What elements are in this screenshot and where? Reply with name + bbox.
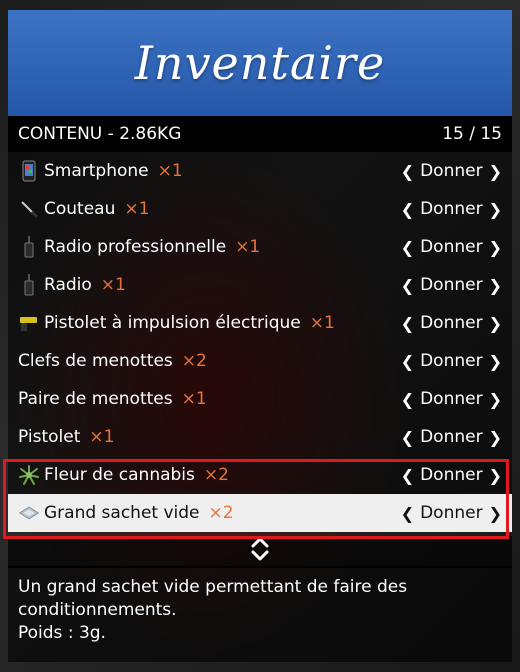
chevron-right-icon[interactable]: ❯ bbox=[489, 238, 502, 257]
chevron-right-icon[interactable]: ❯ bbox=[489, 466, 502, 485]
scroll-arrows-icon[interactable] bbox=[249, 535, 271, 567]
inventory-counter: 15 / 15 bbox=[442, 124, 502, 144]
item-description-text: Un grand sachet vide permettant de faire… bbox=[18, 577, 408, 620]
give-label: Donner bbox=[420, 161, 483, 181]
give-label: Donner bbox=[420, 237, 483, 257]
item-quantity: ×1 bbox=[89, 427, 115, 447]
list-item[interactable]: Smartphone ×1 ❮ Donner ❯ bbox=[8, 152, 512, 190]
item-name: Radio bbox=[44, 275, 92, 295]
chevron-left-icon[interactable]: ❮ bbox=[401, 200, 414, 219]
taser-icon bbox=[18, 311, 40, 335]
give-action[interactable]: ❮ Donner ❯ bbox=[401, 275, 502, 295]
give-label: Donner bbox=[420, 465, 483, 485]
radio-icon bbox=[18, 273, 40, 297]
item-name: Fleur de cannabis bbox=[44, 465, 195, 485]
chevron-right-icon[interactable]: ❯ bbox=[489, 390, 502, 409]
item-quantity: ×1 bbox=[181, 389, 207, 409]
chevron-left-icon[interactable]: ❮ bbox=[401, 352, 414, 371]
give-label: Donner bbox=[420, 427, 483, 447]
list-item[interactable]: Clefs de menottes ×2 ❮ Donner ❯ bbox=[8, 342, 512, 380]
chevron-left-icon[interactable]: ❮ bbox=[401, 276, 414, 295]
inventory-weight-label: CONTENU - 2.86KG bbox=[18, 124, 182, 144]
chevron-left-icon[interactable]: ❮ bbox=[401, 428, 414, 447]
item-description-panel: Un grand sachet vide permettant de faire… bbox=[8, 566, 512, 662]
list-item[interactable]: Pistolet à impulsion électrique ×1 ❮ Don… bbox=[8, 304, 512, 342]
item-name: Couteau bbox=[44, 199, 116, 219]
inventory-header: CONTENU - 2.86KG 15 / 15 bbox=[8, 116, 512, 152]
bag-icon bbox=[18, 501, 40, 525]
list-item[interactable]: Pistolet ×1 ❮ Donner ❯ bbox=[8, 418, 512, 456]
chevron-right-icon[interactable]: ❯ bbox=[489, 504, 502, 523]
item-name: Pistolet à impulsion électrique bbox=[44, 313, 301, 333]
chevron-right-icon[interactable]: ❯ bbox=[489, 276, 502, 295]
give-label: Donner bbox=[420, 503, 483, 523]
banner: Inventaire bbox=[8, 10, 512, 116]
list-item[interactable]: Radio professionnelle ×1 ❮ Donner ❯ bbox=[8, 228, 512, 266]
item-name: Grand sachet vide bbox=[44, 503, 200, 523]
give-action[interactable]: ❮ Donner ❯ bbox=[401, 313, 502, 333]
give-action[interactable]: ❮ Donner ❯ bbox=[401, 237, 502, 257]
chevron-right-icon[interactable]: ❯ bbox=[489, 200, 502, 219]
item-name: Radio professionnelle bbox=[44, 237, 227, 257]
item-quantity: ×1 bbox=[157, 161, 183, 181]
scroll-indicator[interactable] bbox=[8, 536, 512, 566]
chevron-right-icon[interactable]: ❯ bbox=[489, 352, 502, 371]
item-quantity: ×1 bbox=[124, 199, 150, 219]
item-name: Pistolet bbox=[18, 427, 81, 447]
give-action[interactable]: ❮ Donner ❯ bbox=[401, 465, 502, 485]
chevron-right-icon[interactable]: ❯ bbox=[489, 314, 502, 333]
item-quantity: ×1 bbox=[100, 275, 126, 295]
chevron-right-icon[interactable]: ❯ bbox=[489, 162, 502, 181]
chevron-left-icon[interactable]: ❮ bbox=[401, 390, 414, 409]
item-name: Smartphone bbox=[44, 161, 149, 181]
chevron-left-icon[interactable]: ❮ bbox=[401, 466, 414, 485]
item-quantity: ×2 bbox=[208, 503, 234, 523]
list-item[interactable]: Couteau ×1 ❮ Donner ❯ bbox=[8, 190, 512, 228]
give-action[interactable]: ❮ Donner ❯ bbox=[401, 351, 502, 371]
item-name: Paire de menottes bbox=[18, 389, 173, 409]
chevron-left-icon[interactable]: ❮ bbox=[401, 238, 414, 257]
radio-icon bbox=[18, 235, 40, 259]
inventory-menu: Inventaire CONTENU - 2.86KG 15 / 15 Smar… bbox=[3, 10, 512, 662]
knife-icon bbox=[18, 197, 40, 221]
give-action[interactable]: ❮ Donner ❯ bbox=[401, 389, 502, 409]
list-item-selected[interactable]: Grand sachet vide ×2 ❮ Donner ❯ bbox=[8, 494, 512, 532]
item-weight-text: Poids : 3g. bbox=[18, 623, 106, 643]
give-action[interactable]: ❮ Donner ❯ bbox=[401, 427, 502, 447]
list-item[interactable]: Fleur de cannabis ×2 ❮ Donner ❯ bbox=[8, 456, 512, 494]
cannabis-icon bbox=[18, 463, 40, 487]
give-label: Donner bbox=[420, 199, 483, 219]
give-label: Donner bbox=[420, 351, 483, 371]
list-item[interactable]: Paire de menottes ×1 ❮ Donner ❯ bbox=[8, 380, 512, 418]
give-label: Donner bbox=[420, 275, 483, 295]
banner-title: Inventaire bbox=[134, 36, 386, 90]
item-quantity: ×2 bbox=[203, 465, 229, 485]
chevron-left-icon[interactable]: ❮ bbox=[401, 162, 414, 181]
item-quantity: ×1 bbox=[235, 237, 261, 257]
give-action[interactable]: ❮ Donner ❯ bbox=[401, 161, 502, 181]
item-quantity: ×2 bbox=[181, 351, 207, 371]
list-item[interactable]: Radio ×1 ❮ Donner ❯ bbox=[8, 266, 512, 304]
give-action[interactable]: ❮ Donner ❯ bbox=[401, 199, 502, 219]
chevron-right-icon[interactable]: ❯ bbox=[489, 428, 502, 447]
give-label: Donner bbox=[420, 389, 483, 409]
give-label: Donner bbox=[420, 313, 483, 333]
item-quantity: ×1 bbox=[309, 313, 335, 333]
chevron-left-icon[interactable]: ❮ bbox=[401, 314, 414, 333]
chevron-left-icon[interactable]: ❮ bbox=[401, 504, 414, 523]
smartphone-icon bbox=[18, 159, 40, 183]
give-action[interactable]: ❮ Donner ❯ bbox=[401, 503, 502, 523]
item-name: Clefs de menottes bbox=[18, 351, 173, 371]
item-list: Smartphone ×1 ❮ Donner ❯ Couteau ×1 ❮ Do… bbox=[8, 152, 512, 532]
